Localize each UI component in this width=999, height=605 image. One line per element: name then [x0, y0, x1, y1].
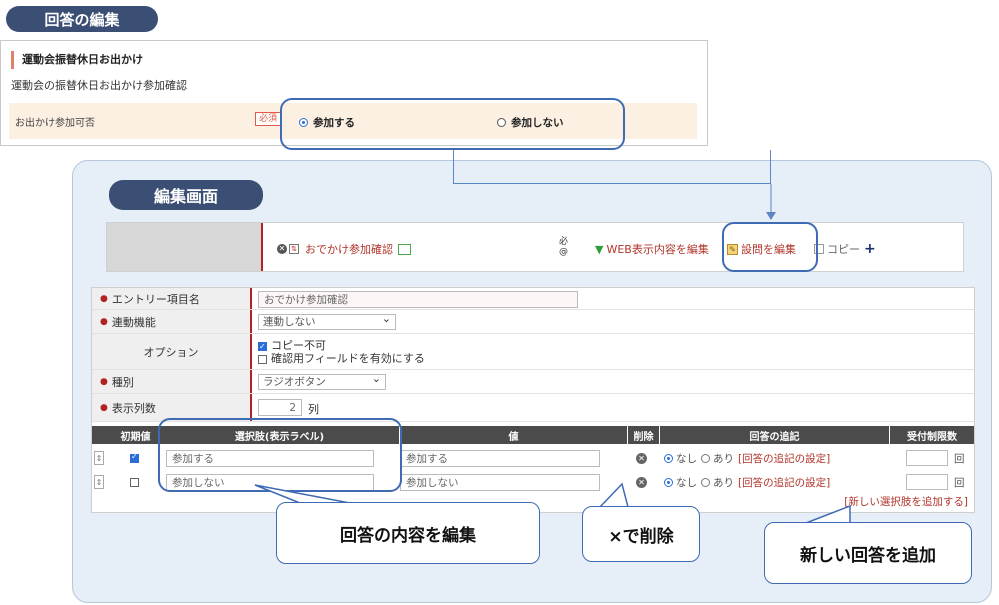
- required-dot-icon: ●: [100, 293, 108, 304]
- drag-handle-icon[interactable]: ⇕: [94, 475, 104, 489]
- section-title-edit-screen: 編集画面: [109, 180, 263, 210]
- form-row-type: ● 種別 ラジオボタン: [92, 370, 974, 394]
- append-settings-link[interactable]: [回答の追記の設定]: [738, 451, 830, 466]
- yes-label: あり: [713, 452, 734, 465]
- entry-label-text: エントリー項目名: [111, 292, 200, 306]
- header-default: 初期値: [112, 426, 160, 444]
- choice-value-input[interactable]: 参加する: [400, 449, 600, 467]
- section-title-answer-edit: 回答の編集: [6, 6, 158, 32]
- link-label: ● 連動機能: [92, 310, 252, 333]
- default-checkbox[interactable]: [130, 477, 139, 487]
- highlight-question-edit: [722, 222, 818, 272]
- required-dot-icon: ●: [100, 376, 108, 387]
- limit-input[interactable]: [906, 450, 948, 466]
- drag-handle-icon[interactable]: ⇕: [94, 451, 104, 465]
- close-circle-icon[interactable]: ✕: [277, 244, 287, 254]
- choice-value-input[interactable]: 参加しない: [400, 473, 600, 491]
- append-setting: なし あり [回答の追記の設定]: [660, 446, 830, 470]
- radio-selected-icon[interactable]: [664, 453, 673, 463]
- down-arrow-icon: ▼: [595, 242, 604, 256]
- yes-label: あり: [713, 476, 734, 489]
- entry-name-input[interactable]: おでかけ参加確認: [258, 291, 578, 308]
- option-confirm-label: 確認用フィールドを有効にする: [271, 352, 425, 365]
- none-label: なし: [676, 452, 697, 465]
- question-toolbar: ✕ ⇅ おでかけ参加確認 必 @ ▼ WEB表示内容を編集 ✎ 設問を編集 コピ…: [106, 222, 964, 272]
- highlight-preview-options: [280, 98, 625, 150]
- email-mark: @: [559, 247, 568, 257]
- radio-empty-icon[interactable]: [701, 477, 710, 487]
- type-label: ● 種別: [92, 370, 252, 393]
- form-row-link: ● 連動機能 連動しない: [92, 310, 974, 334]
- connector-line: [453, 150, 771, 184]
- option-copy-label: コピー不可: [271, 339, 326, 352]
- columns-input[interactable]: 2: [258, 399, 302, 416]
- required-mark: 必: [559, 237, 569, 247]
- flag-marks: 必 @: [559, 237, 568, 257]
- default-checkbox[interactable]: [130, 452, 139, 463]
- form-row-options: オプション コピー不可 確認用フィールドを有効にする: [92, 334, 974, 370]
- highlight-choice-labels: [158, 418, 402, 492]
- link-label-text: 連動機能: [111, 315, 156, 329]
- form-row-entry: ● エントリー項目名 おでかけ参加確認: [92, 288, 974, 310]
- limit-input[interactable]: [906, 474, 948, 490]
- callout-delete: ×で削除: [582, 506, 700, 562]
- none-label: なし: [676, 476, 697, 489]
- required-badge: 必須: [255, 112, 282, 126]
- columns-label-text: 表示列数: [111, 401, 156, 415]
- checkbox-checked-icon[interactable]: [258, 340, 267, 353]
- header-limit: 受付制限数: [907, 431, 957, 443]
- columns-unit: 列: [308, 403, 319, 416]
- web-display-edit-link[interactable]: ▼ WEB表示内容を編集: [595, 241, 709, 257]
- add-option-link[interactable]: [新しい選択肢を追加する]: [844, 494, 968, 509]
- delete-icon[interactable]: ✕: [636, 452, 647, 464]
- header-append: 回答の追記: [660, 426, 890, 444]
- question-title[interactable]: ✕ ⇅ おでかけ参加確認: [277, 241, 411, 257]
- options-group: コピー不可 確認用フィールドを有効にする: [258, 339, 425, 365]
- preview-heading: 運動会振替休日お出かけ: [11, 51, 143, 69]
- sort-icon[interactable]: ⇅: [289, 244, 299, 254]
- callout-add-answer: 新しい回答を追加: [764, 522, 972, 584]
- header-delete: 削除: [628, 426, 660, 444]
- required-dot-icon: ●: [100, 402, 108, 413]
- callout-edit-answers: 回答の内容を編集: [276, 502, 540, 564]
- checkbox-empty-icon[interactable]: [258, 354, 267, 364]
- toolbar-left-cell: [107, 223, 263, 271]
- preview-question-label: お出かけ参加可否: [15, 118, 95, 129]
- entry-label: ● エントリー項目名: [92, 288, 252, 309]
- required-dot-icon: ●: [100, 316, 108, 327]
- columns-label: ● 表示列数: [92, 394, 252, 421]
- limit-unit: 回: [954, 476, 965, 489]
- web-display-edit-label: WEB表示内容を編集: [606, 243, 709, 256]
- copy-link[interactable]: コピー +: [814, 241, 876, 257]
- append-settings-link[interactable]: [回答の追記の設定]: [738, 475, 830, 490]
- limit-unit: 回: [954, 452, 965, 465]
- link-select[interactable]: 連動しない: [258, 312, 396, 330]
- delete-icon[interactable]: ✕: [636, 476, 647, 488]
- option-confirm[interactable]: 確認用フィールドを有効にする: [258, 352, 425, 365]
- type-select[interactable]: ラジオボタン: [258, 372, 386, 390]
- append-setting: なし あり [回答の追記の設定]: [660, 470, 830, 494]
- question-title-label: おでかけ参加確認: [305, 243, 393, 256]
- header-value: 値: [400, 426, 628, 444]
- preview-description: 運動会の振替休日お出かけ参加確認: [11, 79, 187, 92]
- copy-label: コピー: [827, 243, 860, 256]
- radio-selected-icon[interactable]: [664, 477, 673, 487]
- radio-empty-icon[interactable]: [701, 453, 710, 463]
- option-copy[interactable]: コピー不可: [258, 339, 425, 353]
- list-icon: [398, 243, 411, 255]
- type-label-text: 種別: [111, 375, 134, 389]
- options-label: オプション: [92, 334, 252, 369]
- add-icon[interactable]: +: [864, 241, 876, 257]
